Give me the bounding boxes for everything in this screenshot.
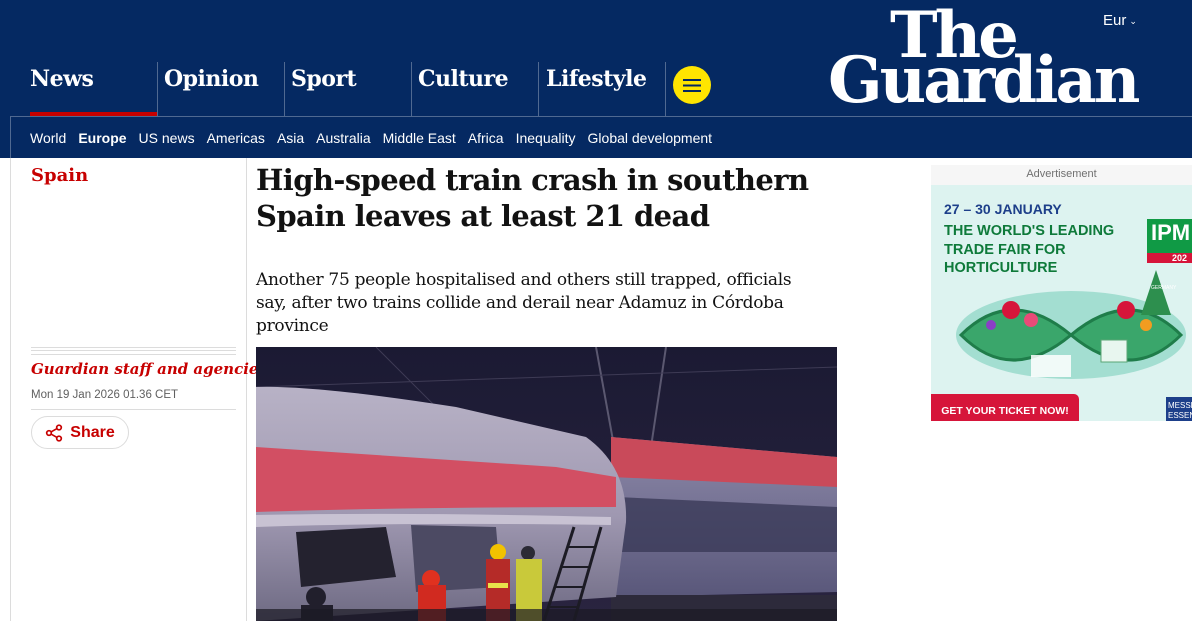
pillar-label: Lifestyle xyxy=(546,66,647,92)
publish-date: Mon 19 Jan 2026 01.36 CET xyxy=(31,389,179,401)
section-link-spain[interactable]: Spain xyxy=(31,165,88,186)
edition-selector[interactable]: Eur ⌄ xyxy=(1103,12,1137,29)
date-divider xyxy=(31,409,236,410)
edition-label: Eur xyxy=(1103,12,1127,29)
chevron-down-icon: ⌄ xyxy=(1129,16,1137,26)
share-label: Share xyxy=(70,423,115,441)
pillar-culture[interactable]: Culture xyxy=(411,62,538,116)
article-standfirst: Another 75 people hospitalised and other… xyxy=(256,270,792,336)
pillar-label: Culture xyxy=(418,66,509,92)
ad-label: Advertisement xyxy=(1026,168,1097,180)
pillar-sport[interactable]: Sport xyxy=(284,62,411,116)
subnav-item-inequality[interactable]: Inequality xyxy=(516,130,576,146)
subnav-item-europe[interactable]: Europe xyxy=(78,130,126,146)
ad-cta-button[interactable]: GET YOUR TICKET NOW! xyxy=(931,394,1079,421)
main-column-border xyxy=(246,158,247,621)
ad-brand-year: 202 xyxy=(1172,253,1188,263)
advertisement-slot: Advertisement 27 – 30 JANUARY THE WORLD'… xyxy=(931,165,1192,421)
masthead: Eur ⌄ The Guardian News Opinion Sport Cu… xyxy=(0,0,1192,158)
subnav-item-middle-east[interactable]: Middle East xyxy=(383,130,456,146)
subnav-item-australia[interactable]: Australia xyxy=(316,130,370,146)
subnav-divider xyxy=(10,116,1192,117)
ad-brand-logo: IPM ESSEN · GERMANY 202 xyxy=(1147,219,1192,291)
hamburger-icon xyxy=(683,78,701,92)
train-crash-photo xyxy=(256,347,837,621)
subnav-item-global-development[interactable]: Global development xyxy=(588,130,713,146)
ad-headline: THE WORLD'S LEADING TRADE FAIR FOR HORTI… xyxy=(944,223,1115,276)
hero-image[interactable] xyxy=(256,347,837,621)
pillar-lifestyle[interactable]: Lifestyle xyxy=(538,62,666,116)
share-icon xyxy=(46,423,63,442)
article-headline: High-speed train crash in southern Spain… xyxy=(256,163,809,233)
ad-banner[interactable]: 27 – 30 JANUARY THE WORLD'S LEADING TRAD… xyxy=(931,185,1192,421)
subnav-item-us-news[interactable]: US news xyxy=(139,130,195,146)
byline-author[interactable]: Guardian staff and agencies xyxy=(31,360,267,378)
menu-button[interactable] xyxy=(673,66,711,104)
subnav-item-asia[interactable]: Asia xyxy=(277,130,304,146)
pillar-label: News xyxy=(30,66,94,92)
ad-brand: IPM xyxy=(1151,220,1191,245)
pillar-label: Sport xyxy=(291,66,357,92)
ad-brand-bar: 202 xyxy=(1147,253,1192,263)
ad-organiser-logo: MESSE ESSEN xyxy=(1166,397,1192,421)
byline-rule xyxy=(31,347,236,355)
logo-line-2: Guardian xyxy=(828,43,1140,118)
pillar-news[interactable]: News xyxy=(30,62,157,116)
share-button[interactable]: Share xyxy=(31,416,129,449)
left-column-border xyxy=(10,158,11,621)
subnav: World Europe US news Americas Asia Austr… xyxy=(30,130,724,146)
pillar-opinion[interactable]: Opinion xyxy=(157,62,284,116)
subnav-item-world[interactable]: World xyxy=(30,130,66,146)
subnav-left-divider xyxy=(10,116,11,158)
subnav-item-americas[interactable]: Americas xyxy=(207,130,265,146)
subnav-item-africa[interactable]: Africa xyxy=(468,130,504,146)
pillar-label: Opinion xyxy=(164,66,259,92)
ad-date: 27 – 30 JANUARY xyxy=(944,201,1062,217)
